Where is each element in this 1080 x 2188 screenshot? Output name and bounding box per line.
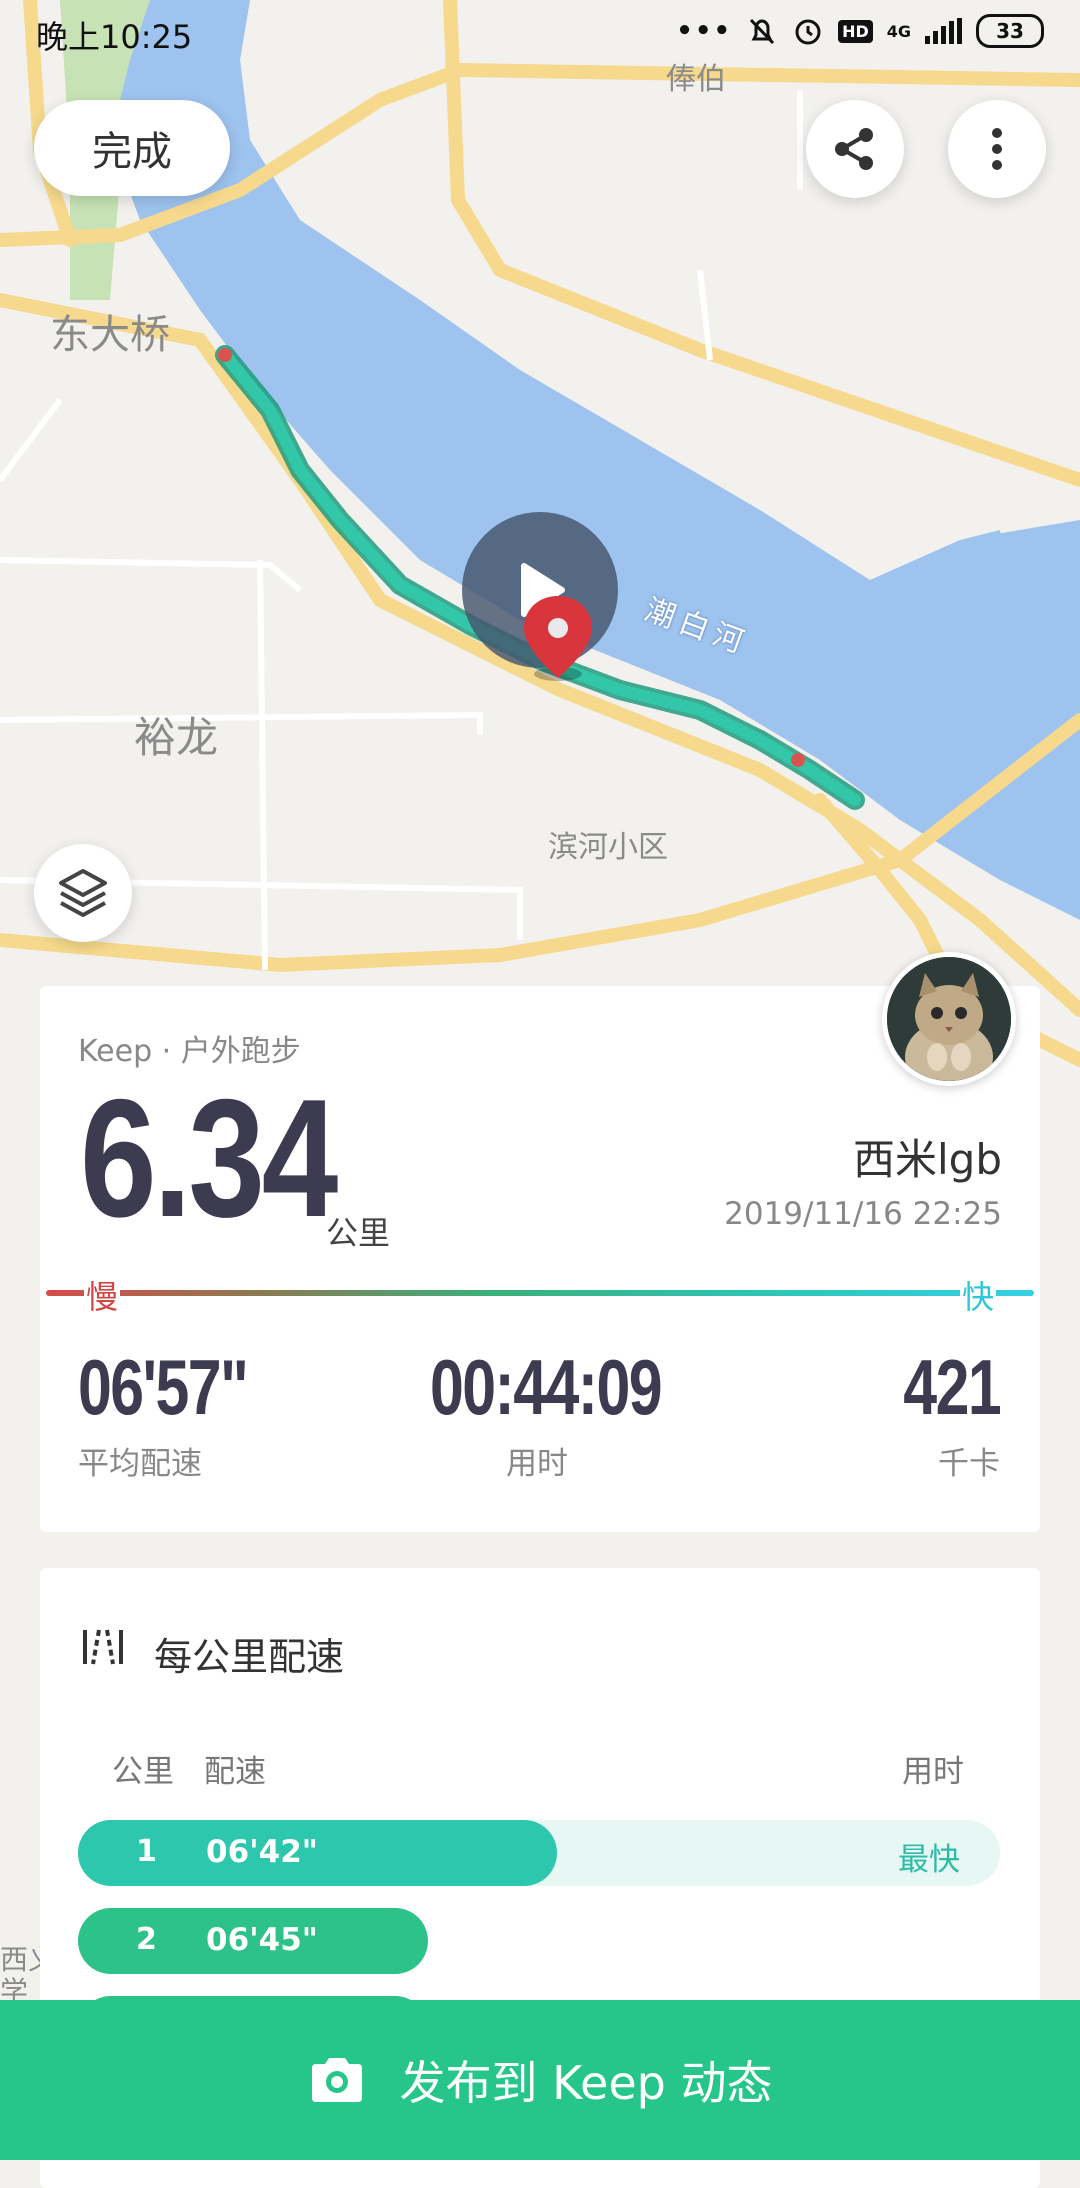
done-button[interactable]: 完成 [34, 100, 230, 196]
mute-bell-icon [749, 18, 775, 45]
split-pace: 06'42" [206, 1834, 318, 1870]
camera-icon [311, 2058, 362, 2102]
status-bar: 晚上10:25 ••• HD 4G 33 [0, 0, 1080, 66]
splits-icon [83, 1629, 123, 1665]
more-options-button[interactable] [948, 100, 1046, 198]
column-header-pace: 配速 [204, 1754, 266, 1790]
status-icons: ••• HD 4G 33 [676, 14, 1044, 48]
split-km: 1 [136, 1834, 157, 1869]
distance-unit: 公里 [326, 1214, 391, 1252]
pace-gradient-bar [46, 1290, 1034, 1296]
battery-level: 33 [996, 19, 1024, 43]
split-row: 2 06'45" [78, 1908, 1000, 1974]
layers-icon [59, 869, 107, 917]
split-pace: 06'45" [206, 1922, 318, 1958]
run-date: 2019/11/16 22:25 [724, 1196, 1002, 1232]
pace-fast-label: 快 [960, 1272, 997, 1318]
share-icon [835, 128, 873, 170]
duration-label: 用时 [506, 1446, 568, 1482]
more-vertical-icon [992, 128, 1002, 170]
avatar-image [887, 957, 1011, 1081]
publish-to-keep-button[interactable]: 发布到 Keep 动态 [0, 2000, 1080, 2160]
publish-label: 发布到 Keep 动态 [399, 2056, 773, 2110]
avg-pace-value: 06'57" [78, 1343, 249, 1431]
map-label-place: 滨河小区 [548, 830, 668, 865]
user-avatar[interactable] [882, 952, 1016, 1086]
run-summary-card: Keep · 户外跑步 6.34 公里 西米lgb 2019/11/16 22:… [40, 986, 1040, 1532]
alarm-icon [795, 19, 821, 45]
user-name: 西米lgb [853, 1135, 1002, 1184]
column-header-km: 公里 [112, 1754, 174, 1790]
more-dots-icon: ••• [676, 16, 733, 46]
split-row: 1 06'42" 最快 [78, 1820, 1000, 1886]
pace-slow-label: 慢 [84, 1272, 121, 1318]
share-button[interactable] [806, 100, 904, 198]
status-time: 晚上10:25 [36, 18, 193, 56]
splits-title: 每公里配速 [154, 1635, 345, 1679]
avg-pace-label: 平均配速 [78, 1446, 202, 1482]
signal-icon [925, 18, 962, 44]
calories-value: 421 [903, 1343, 1001, 1431]
map-label-place: 东大桥 [50, 312, 170, 358]
split-km: 2 [136, 1922, 157, 1957]
battery-icon: 33 [976, 14, 1044, 48]
fastest-badge: 最快 [898, 1842, 960, 1878]
network-type: 4G [886, 21, 911, 41]
duration-value: 00:44:09 [430, 1343, 663, 1431]
calories-label: 千卡 [938, 1446, 1000, 1482]
column-header-time: 用时 [902, 1754, 964, 1790]
map-layers-button[interactable] [34, 844, 132, 942]
hd-icon: HD [838, 19, 873, 43]
distance-value: 6.34 [80, 1064, 338, 1252]
location-pin-icon [518, 592, 598, 692]
map-label-place: 裕龙 [134, 713, 219, 762]
